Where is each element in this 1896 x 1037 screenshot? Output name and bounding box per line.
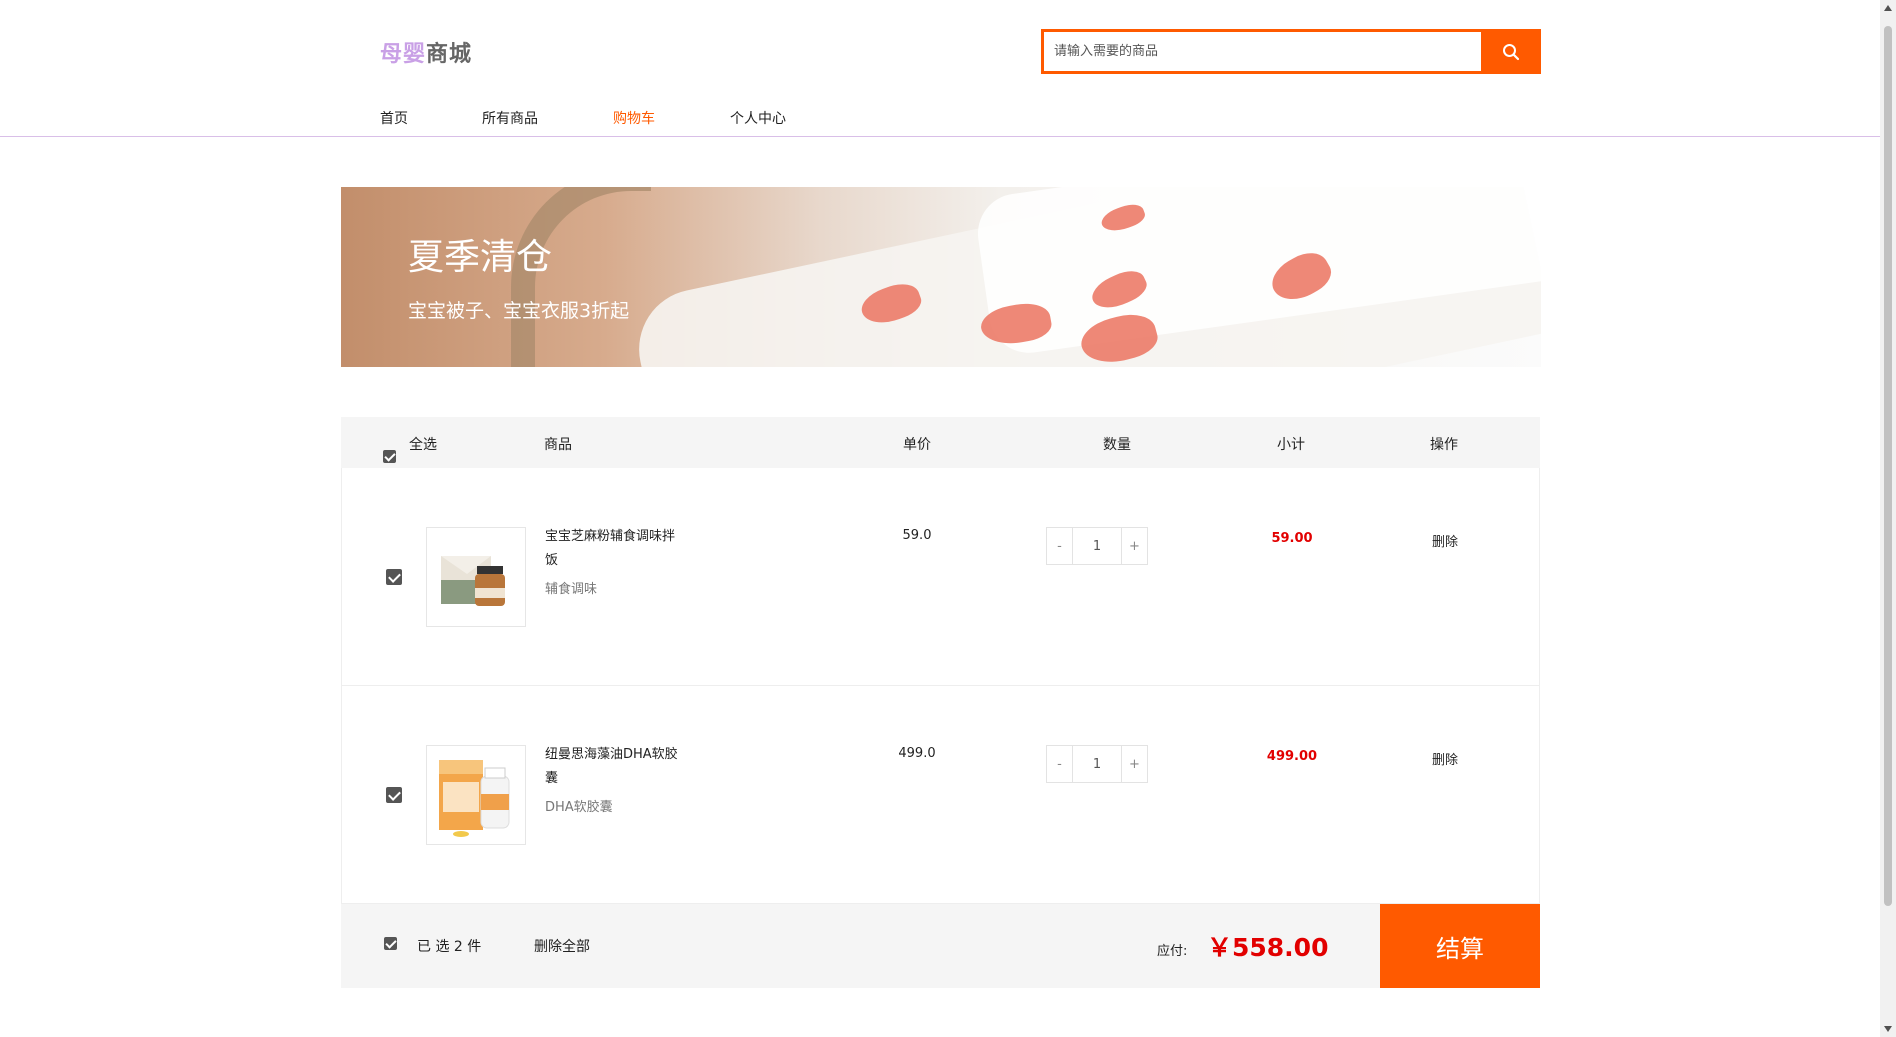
select-all-label: 全选 xyxy=(409,437,437,453)
search-icon xyxy=(1503,43,1520,60)
unit-price: 59.0 xyxy=(902,528,932,543)
item-subtotal: 59.00 xyxy=(1271,531,1313,546)
scrollbar-thumb[interactable] xyxy=(1884,26,1892,906)
qty-increase-button[interactable]: + xyxy=(1121,528,1147,564)
search-input[interactable] xyxy=(1041,29,1481,74)
cart-table: 全选 商品 单价 数量 小计 操作 宝宝芝麻粉辅食调味拌饭 辅食调味 59.0 … xyxy=(341,417,1540,988)
banner-subtitle: 宝宝被子、宝宝衣服3折起 xyxy=(408,300,630,322)
checkout-button[interactable]: 结算 xyxy=(1380,904,1540,988)
cart-row: 纽曼思海藻油DHA软胶囊 DHA软胶囊 499.0 - 1 + 499.00 删… xyxy=(341,686,1540,904)
footer-select-all-checkbox[interactable] xyxy=(384,937,397,950)
qty-value[interactable]: 1 xyxy=(1073,746,1121,782)
nav-all-products[interactable]: 所有商品 xyxy=(482,108,613,136)
quantity-stepper: - 1 + xyxy=(1046,527,1148,565)
cart-row: 宝宝芝麻粉辅食调味拌饭 辅食调味 59.0 - 1 + 59.00 删除 xyxy=(341,468,1540,686)
product-name[interactable]: 纽曼思海藻油DHA软胶囊 xyxy=(545,743,685,791)
header-subtotal: 小计 xyxy=(1277,437,1305,453)
item-subtotal: 499.00 xyxy=(1266,749,1318,764)
item-checkbox[interactable] xyxy=(386,569,402,585)
unit-price: 499.0 xyxy=(898,746,936,761)
delete-item-button[interactable]: 删除 xyxy=(1420,531,1470,550)
quantity-stepper: - 1 + xyxy=(1046,745,1148,783)
nav-cart[interactable]: 购物车 xyxy=(613,108,730,136)
header-action: 操作 xyxy=(1430,437,1458,453)
total-amount: ￥558.00 xyxy=(1207,933,1329,962)
search-button[interactable] xyxy=(1481,29,1541,74)
selected-count: 已 选 2 件 xyxy=(417,939,482,955)
header-quantity: 数量 xyxy=(1103,437,1131,453)
item-checkbox[interactable] xyxy=(386,787,402,803)
delete-all-button[interactable]: 删除全部 xyxy=(534,936,590,956)
cart-header: 全选 商品 单价 数量 小计 操作 xyxy=(341,417,1540,468)
product-image[interactable] xyxy=(426,745,526,845)
header-product: 商品 xyxy=(544,437,572,453)
dha-box-image xyxy=(439,760,510,837)
header-unit-price: 单价 xyxy=(903,437,931,453)
payable-label: 应付: xyxy=(1157,944,1188,959)
cart-footer: 已 选 2 件 删除全部 应付: ￥558.00 结算 xyxy=(341,904,1540,988)
scroll-up-arrow-icon[interactable] xyxy=(1884,5,1892,11)
promo-banner[interactable]: 夏季清仓 宝宝被子、宝宝衣服3折起 xyxy=(341,187,1541,367)
header-divider xyxy=(0,136,1880,137)
page-scrollbar[interactable] xyxy=(1880,0,1896,1037)
nav-home[interactable]: 首页 xyxy=(380,108,482,136)
product-image[interactable] xyxy=(426,527,526,627)
qty-decrease-button[interactable]: - xyxy=(1047,746,1073,782)
logo-mall: 商城 xyxy=(426,42,473,67)
qty-decrease-button[interactable]: - xyxy=(1047,528,1073,564)
qty-increase-button[interactable]: + xyxy=(1121,746,1147,782)
main-nav: 首页 所有商品 购物车 个人中心 xyxy=(380,108,810,136)
product-category: 辅食调味 xyxy=(545,582,598,597)
search-bar xyxy=(1041,29,1541,74)
logo-brand: 母婴 xyxy=(380,42,427,67)
delete-item-button[interactable]: 删除 xyxy=(1420,749,1470,768)
scroll-down-arrow-icon[interactable] xyxy=(1884,1026,1892,1032)
product-name[interactable]: 宝宝芝麻粉辅食调味拌饭 xyxy=(545,525,685,573)
qty-value[interactable]: 1 xyxy=(1073,528,1121,564)
sesame-jar-image xyxy=(441,556,505,606)
nav-profile[interactable]: 个人中心 xyxy=(730,108,810,136)
banner-title: 夏季清仓 xyxy=(408,237,553,278)
product-category: DHA软胶囊 xyxy=(545,800,613,815)
site-logo[interactable]: 母婴 商城 xyxy=(380,36,472,68)
